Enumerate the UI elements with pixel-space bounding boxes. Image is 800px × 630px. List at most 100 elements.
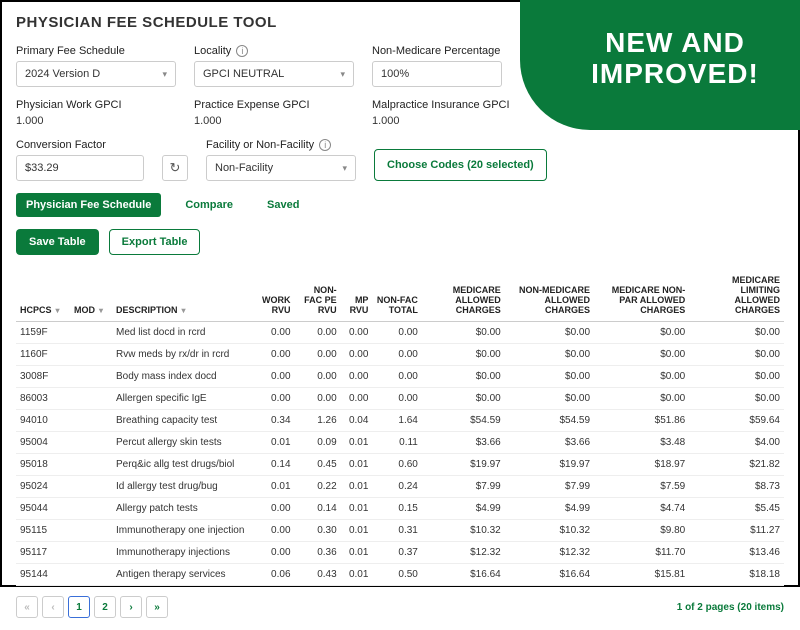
mp-gpci-label: Malpractice Insurance GPCI: [372, 99, 532, 111]
cell-mod: [70, 564, 112, 586]
primary-fee-select[interactable]: 2024 Version D ▾: [16, 61, 176, 87]
choose-codes-button[interactable]: Choose Codes (20 selected): [374, 149, 547, 181]
col-hcpcs[interactable]: HCPCS▾: [16, 269, 70, 322]
locality-label: Locality i: [194, 45, 354, 57]
cell-work: 0.14: [252, 454, 295, 476]
col-nonmedicare-allowed[interactable]: NON-MEDICARE ALLOWED CHARGES: [505, 269, 594, 322]
cell-nonpar: $11.70: [594, 542, 689, 564]
cell-nftot: 0.37: [372, 542, 421, 564]
pager-next[interactable]: ›: [120, 596, 142, 618]
conversion-factor-label: Conversion Factor: [16, 139, 144, 151]
cell-limit: $13.46: [689, 542, 784, 564]
tab-saved[interactable]: Saved: [257, 193, 309, 217]
cell-nonmed: $54.59: [505, 410, 594, 432]
cell-med: $12.32: [422, 542, 505, 564]
cell-mp: 0.04: [341, 410, 373, 432]
cell-nonmed: $19.97: [505, 454, 594, 476]
cell-limit: $4.00: [689, 432, 784, 454]
cell-mp: 0.01: [341, 432, 373, 454]
nonmedicare-pct-input[interactable]: 100%: [372, 61, 502, 87]
chevron-down-icon: ▾: [340, 69, 345, 80]
cell-nonpar: $15.81: [594, 564, 689, 586]
facility-label: Facility or Non-Facility i: [206, 139, 356, 151]
cell-mod: [70, 476, 112, 498]
col-medicare-nonpar[interactable]: MEDICARE NON-PAR ALLOWED CHARGES: [594, 269, 689, 322]
mp-gpci-value: 1.000: [372, 115, 532, 127]
cell-nonmed: $0.00: [505, 322, 594, 344]
cell-work: 0.00: [252, 520, 295, 542]
table-row: 95018Perq&ic allg test drugs/biol0.140.4…: [16, 454, 784, 476]
cell-mod: [70, 344, 112, 366]
cell-desc: Breathing capacity test: [112, 410, 252, 432]
info-icon[interactable]: i: [319, 139, 331, 151]
cell-nfpe: 0.09: [295, 432, 341, 454]
pager-prev[interactable]: ‹: [42, 596, 64, 618]
table-row: 1159FMed list docd in rcrd0.000.000.000.…: [16, 322, 784, 344]
cell-limit: $18.18: [689, 564, 784, 586]
cell-hcpcs: 95018: [16, 454, 70, 476]
cell-limit: $0.00: [689, 366, 784, 388]
col-mod[interactable]: MOD▾: [70, 269, 112, 322]
cell-work: 0.06: [252, 564, 295, 586]
locality-select[interactable]: GPCI NEUTRAL ▾: [194, 61, 354, 87]
cell-desc: Immunotherapy injections: [112, 542, 252, 564]
filter-icon: ▾: [56, 306, 60, 315]
cell-hcpcs: 95117: [16, 542, 70, 564]
cell-nfpe: 0.00: [295, 366, 341, 388]
export-table-button[interactable]: Export Table: [109, 229, 201, 255]
cell-hcpcs: 95115: [16, 520, 70, 542]
col-work-rvu[interactable]: WORK RVU: [252, 269, 295, 322]
pager-first[interactable]: «: [16, 596, 38, 618]
pe-gpci-label: Practice Expense GPCI: [194, 99, 354, 111]
cell-nfpe: 1.26: [295, 410, 341, 432]
col-description[interactable]: DESCRIPTION▾: [112, 269, 252, 322]
col-medicare-limiting[interactable]: MEDICARE LIMITING ALLOWED CHARGES: [689, 269, 784, 322]
info-icon[interactable]: i: [236, 45, 248, 57]
facility-select[interactable]: Non-Facility ▾: [206, 155, 356, 181]
pager-last[interactable]: »: [146, 596, 168, 618]
cell-mod: [70, 520, 112, 542]
pager-page-2[interactable]: 2: [94, 596, 116, 618]
locality-value: GPCI NEUTRAL: [203, 68, 284, 80]
reload-button[interactable]: ↻: [162, 155, 188, 181]
table-row: 95024Id allergy test drug/bug0.010.220.0…: [16, 476, 784, 498]
cell-desc: Allergen specific IgE: [112, 388, 252, 410]
cell-nonmed: $3.66: [505, 432, 594, 454]
col-nonfac-pe-rvu[interactable]: NON-FAC PE RVU: [295, 269, 341, 322]
table-row: 95144Antigen therapy services0.060.430.0…: [16, 564, 784, 586]
pager-page-1[interactable]: 1: [68, 596, 90, 618]
primary-fee-label: Primary Fee Schedule: [16, 45, 176, 57]
cell-nftot: 0.31: [372, 520, 421, 542]
cell-mod: [70, 498, 112, 520]
pager-info: 1 of 2 pages (20 items): [677, 602, 784, 613]
table-row: 95115Immunotherapy one injection0.000.30…: [16, 520, 784, 542]
cell-nfpe: 0.00: [295, 344, 341, 366]
cell-nonmed: $0.00: [505, 344, 594, 366]
cell-nonpar: $7.59: [594, 476, 689, 498]
col-nonfac-total[interactable]: NON-FAC TOTAL: [372, 269, 421, 322]
nonmedicare-pct-label: Non-Medicare Percentage: [372, 45, 502, 57]
cell-limit: $0.00: [689, 388, 784, 410]
cell-limit: $59.64: [689, 410, 784, 432]
cell-work: 0.00: [252, 542, 295, 564]
cell-mp: 0.01: [341, 498, 373, 520]
cell-nonmed: $12.32: [505, 542, 594, 564]
cell-nftot: 0.60: [372, 454, 421, 476]
cell-nfpe: 0.22: [295, 476, 341, 498]
cell-nftot: 0.15: [372, 498, 421, 520]
cell-desc: Med list docd in rcrd: [112, 322, 252, 344]
cell-nonpar: $0.00: [594, 322, 689, 344]
conversion-factor-input[interactable]: $33.29: [16, 155, 144, 181]
table-row: 86003Allergen specific IgE0.000.000.000.…: [16, 388, 784, 410]
tab-fee-schedule[interactable]: Physician Fee Schedule: [16, 193, 161, 217]
cell-med: $0.00: [422, 366, 505, 388]
cell-limit: $5.45: [689, 498, 784, 520]
save-table-button[interactable]: Save Table: [16, 229, 99, 255]
tab-compare[interactable]: Compare: [175, 193, 243, 217]
col-medicare-allowed[interactable]: MEDICARE ALLOWED CHARGES: [422, 269, 505, 322]
cell-nftot: 0.24: [372, 476, 421, 498]
col-mp-rvu[interactable]: MP RVU: [341, 269, 373, 322]
cell-nonpar: $0.00: [594, 366, 689, 388]
cell-med: $7.99: [422, 476, 505, 498]
cell-nonmed: $0.00: [505, 366, 594, 388]
